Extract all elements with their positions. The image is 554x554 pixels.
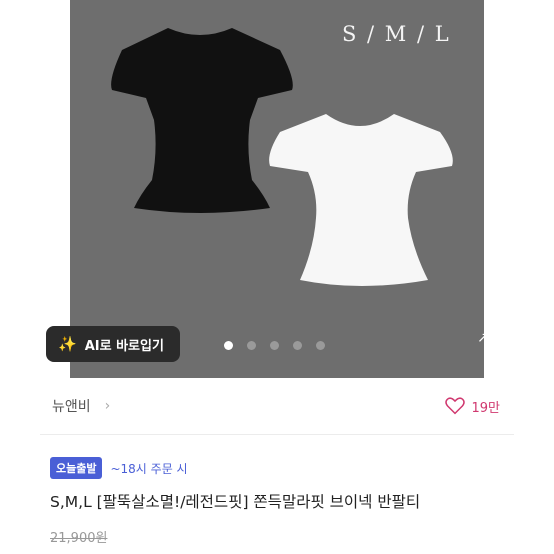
product-photo[interactable]: S / M / L	[70, 0, 484, 378]
chevron-right-icon: ›	[104, 398, 111, 414]
ai-try-on-button[interactable]: ✨ AI로 바로입기	[46, 326, 180, 362]
today-shipping-badge: 오늘출발	[50, 457, 103, 479]
carousel-dot[interactable]	[316, 341, 325, 350]
delivery-info: 오늘출발 ~18시 주문 시	[50, 457, 188, 479]
heart-icon	[445, 397, 466, 415]
carousel-dot[interactable]	[293, 341, 302, 350]
shipping-cutoff-note: ~18시 주문 시	[110, 461, 188, 476]
seller-row[interactable]: 뉴앤비 › 19만	[0, 378, 554, 434]
like-button[interactable]: 19만	[445, 397, 500, 416]
product-image-area: S / M / L ✨ AI로 바로입기 ↗	[0, 0, 554, 378]
carousel-dot[interactable]	[270, 341, 279, 350]
magic-wand-icon: ✨	[58, 335, 77, 353]
expand-icon[interactable]: ↗	[477, 330, 491, 348]
original-price: 21,900원	[50, 531, 108, 546]
divider	[40, 434, 514, 435]
product-title[interactable]: S,M,L [팔뚝살소멸!/레전드핏] 쫀득말라핏 브이넥 반팔티	[50, 490, 420, 512]
white-tshirt-image	[269, 114, 453, 286]
ai-try-on-label: AI로 바로입기	[84, 338, 164, 354]
carousel-dot[interactable]	[224, 341, 233, 350]
carousel-indicator[interactable]	[224, 341, 325, 350]
seller-name[interactable]: 뉴앤비	[52, 396, 91, 416]
like-count: 19만	[471, 400, 500, 416]
size-overlay-text: S / M / L	[342, 22, 451, 46]
carousel-dot[interactable]	[247, 341, 256, 350]
